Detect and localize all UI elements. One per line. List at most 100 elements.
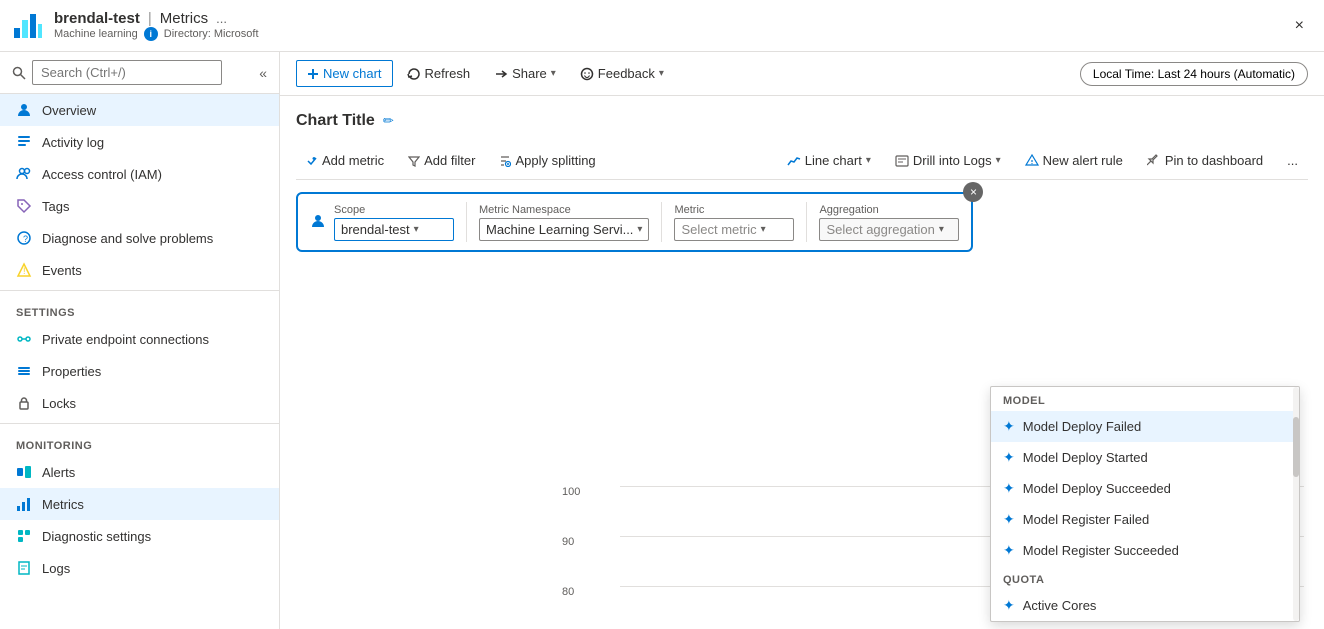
diagnose-icon: ? xyxy=(16,230,32,246)
line-chart-button[interactable]: Line chart ▾ xyxy=(777,148,881,173)
dropdown-item-label: Model Deploy Failed xyxy=(1023,419,1142,434)
dropdown-item-model-deploy-started[interactable]: ✦ Model Deploy Started xyxy=(991,442,1299,473)
dropdown-scrollbar[interactable] xyxy=(1293,387,1299,621)
add-metric-button[interactable]: Add metric xyxy=(296,148,394,173)
sidebar-label-diagnose: Diagnose and solve problems xyxy=(42,231,213,246)
namespace-group: Metric Namespace Machine Learning Servi.… xyxy=(479,204,649,241)
add-filter-button[interactable]: Add filter xyxy=(398,148,485,173)
sidebar-item-overview[interactable]: Overview xyxy=(0,94,279,126)
share-icon xyxy=(494,67,508,81)
new-chart-button[interactable]: New chart xyxy=(296,60,393,87)
metric-dropdown-menu: MODEL ✦ Model Deploy Failed ✦ Model Depl… xyxy=(990,386,1300,622)
svg-text:?: ? xyxy=(23,234,28,244)
dropdown-item-label: Model Register Succeeded xyxy=(1023,543,1179,558)
selector-divider-2 xyxy=(661,202,662,242)
info-icon[interactable]: i xyxy=(144,27,158,41)
sidebar-item-events[interactable]: ! Events xyxy=(0,254,279,286)
selector-divider-3 xyxy=(806,202,807,242)
sidebar-item-locks[interactable]: Locks xyxy=(0,387,279,419)
dropdown-item-model-deploy-failed[interactable]: ✦ Model Deploy Failed xyxy=(991,411,1299,442)
feedback-button[interactable]: Feedback ▾ xyxy=(570,61,674,86)
namespace-dropdown[interactable]: Machine Learning Servi... ▾ xyxy=(479,218,649,241)
events-icon: ! xyxy=(16,262,32,278)
metric-item-icon: ✦ xyxy=(1003,597,1015,614)
namespace-label: Metric Namespace xyxy=(479,204,649,216)
sidebar-item-tags[interactable]: Tags xyxy=(0,190,279,222)
sidebar-label-private-endpoint: Private endpoint connections xyxy=(42,332,209,347)
add-metric-icon xyxy=(306,155,318,167)
dropdown-item-model-register-succeeded[interactable]: ✦ Model Register Succeeded xyxy=(991,535,1299,566)
dropdown-item-model-register-failed[interactable]: ✦ Model Register Failed xyxy=(991,504,1299,535)
dropdown-item-model-deploy-succeeded[interactable]: ✦ Model Deploy Succeeded xyxy=(991,473,1299,504)
grid-label-100: 100 xyxy=(562,486,580,498)
dropdown-item-active-cores[interactable]: ✦ Active Cores xyxy=(991,590,1299,621)
sidebar-item-activity-log[interactable]: Activity log xyxy=(0,126,279,158)
close-metric-selector[interactable]: × xyxy=(963,182,983,202)
refresh-button[interactable]: Refresh xyxy=(397,61,481,86)
metric-label: Metric xyxy=(674,204,794,216)
sidebar-label-metrics: Metrics xyxy=(42,497,84,512)
scope-chevron: ▾ xyxy=(414,224,419,235)
sidebar-item-alerts[interactable]: Alerts xyxy=(0,456,279,488)
logs-icon xyxy=(16,560,32,576)
chart-type-controls: Line chart ▾ Drill into Logs ▾ New alert… xyxy=(777,148,1308,173)
chart-area: Chart Title ✏ Add metric xyxy=(280,96,1324,629)
grid-label-90: 90 xyxy=(562,536,574,548)
drill-into-logs-button[interactable]: Drill into Logs ▾ xyxy=(885,148,1011,173)
metric-item-icon: ✦ xyxy=(1003,542,1015,559)
sidebar-item-access-control[interactable]: Access control (IAM) xyxy=(0,158,279,190)
access-control-icon xyxy=(16,166,32,182)
metric-item-icon: ✦ xyxy=(1003,511,1015,528)
search-input[interactable] xyxy=(32,60,222,85)
svg-text:!: ! xyxy=(23,266,26,276)
search-icon xyxy=(12,66,26,80)
sidebar-item-private-endpoint[interactable]: Private endpoint connections xyxy=(0,323,279,355)
metric-toolbar: Add metric Add filter Apply splitting Li… xyxy=(296,142,1308,180)
sidebar-label-events: Events xyxy=(42,263,82,278)
apply-splitting-button[interactable]: Apply splitting xyxy=(489,148,605,173)
scope-resource-icon xyxy=(310,213,326,232)
metric-selector-row: Scope brendal-test ▾ Metric Namespace Ma… xyxy=(296,192,973,252)
main-toolbar: New chart Refresh Share ▾ Feedback ▾ Loc… xyxy=(280,52,1324,96)
title-bar: brendal-test | Metrics ... Machine learn… xyxy=(0,0,1324,52)
share-chevron: ▾ xyxy=(551,68,556,79)
activity-log-icon xyxy=(16,134,32,150)
title-ellipsis[interactable]: ... xyxy=(216,11,227,26)
metric-dropdown-trigger[interactable]: Select metric ▾ xyxy=(674,218,794,241)
sidebar-item-diagnose[interactable]: ? Diagnose and solve problems xyxy=(0,222,279,254)
more-options-button[interactable]: ... xyxy=(1277,148,1308,173)
refresh-icon xyxy=(407,67,421,81)
sidebar-item-metrics[interactable]: Metrics xyxy=(0,488,279,520)
pin-to-dashboard-button[interactable]: Pin to dashboard xyxy=(1137,148,1273,173)
aggregation-dropdown[interactable]: Select aggregation ▾ xyxy=(819,218,959,241)
edit-title-icon[interactable]: ✏ xyxy=(383,113,394,129)
dropdown-item-label: Model Register Failed xyxy=(1023,512,1149,527)
time-range-button[interactable]: Local Time: Last 24 hours (Automatic) xyxy=(1080,62,1308,86)
feedback-chevron: ▾ xyxy=(659,68,664,79)
dropdown-item-label: Active Cores xyxy=(1023,598,1097,613)
sidebar-label-properties: Properties xyxy=(42,364,101,379)
settings-section-header: Settings xyxy=(0,295,279,323)
app-icon xyxy=(12,10,44,42)
scope-dropdown[interactable]: brendal-test ▾ xyxy=(334,218,454,241)
scope-group: Scope brendal-test ▾ xyxy=(334,204,454,241)
drill-chevron: ▾ xyxy=(996,155,1001,166)
sidebar-item-properties[interactable]: Properties xyxy=(0,355,279,387)
collapse-icon[interactable]: « xyxy=(259,65,267,81)
close-button[interactable]: × xyxy=(1287,13,1312,39)
sidebar-item-diagnostic-settings[interactable]: Diagnostic settings xyxy=(0,520,279,552)
alerts-icon xyxy=(16,464,32,480)
splitting-icon xyxy=(499,155,511,167)
share-button[interactable]: Share ▾ xyxy=(484,61,566,86)
directory-label: Directory: Microsoft xyxy=(164,28,259,40)
metric-item-icon: ✦ xyxy=(1003,480,1015,497)
selector-divider-1 xyxy=(466,202,467,242)
sidebar-item-logs[interactable]: Logs xyxy=(0,552,279,584)
title-separator: | xyxy=(148,10,152,27)
dropdown-group-model: MODEL xyxy=(991,387,1299,411)
locks-icon xyxy=(16,395,32,411)
drill-logs-icon xyxy=(895,154,909,168)
namespace-chevron: ▾ xyxy=(637,224,642,235)
new-alert-rule-button[interactable]: New alert rule xyxy=(1015,148,1133,173)
sidebar-label-alerts: Alerts xyxy=(42,465,75,480)
